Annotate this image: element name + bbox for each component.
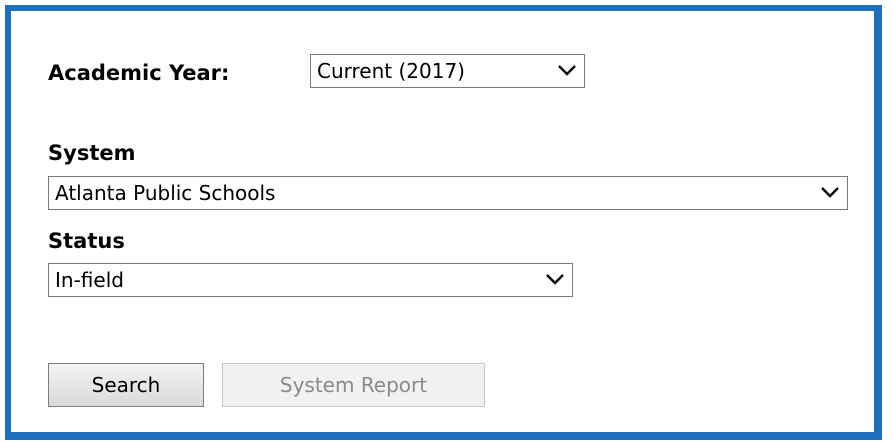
academic-year-selected-value: Current (2017) [317,59,465,83]
chevron-down-icon [558,65,576,76]
system-report-button[interactable]: System Report [222,363,485,407]
status-selected-value: In-field [55,268,124,292]
status-label: Status [48,229,125,253]
search-button[interactable]: Search [48,363,204,407]
academic-year-label: Academic Year: [48,61,230,85]
system-label: System [48,141,136,165]
status-select[interactable]: In-field [48,263,573,297]
chevron-down-icon [546,274,564,285]
chevron-down-icon [821,187,839,198]
filter-panel: Academic Year: Current (2017) System Atl… [5,5,882,440]
academic-year-select[interactable]: Current (2017) [310,54,585,88]
system-selected-value: Atlanta Public Schools [55,181,276,205]
system-select[interactable]: Atlanta Public Schools [48,176,848,210]
